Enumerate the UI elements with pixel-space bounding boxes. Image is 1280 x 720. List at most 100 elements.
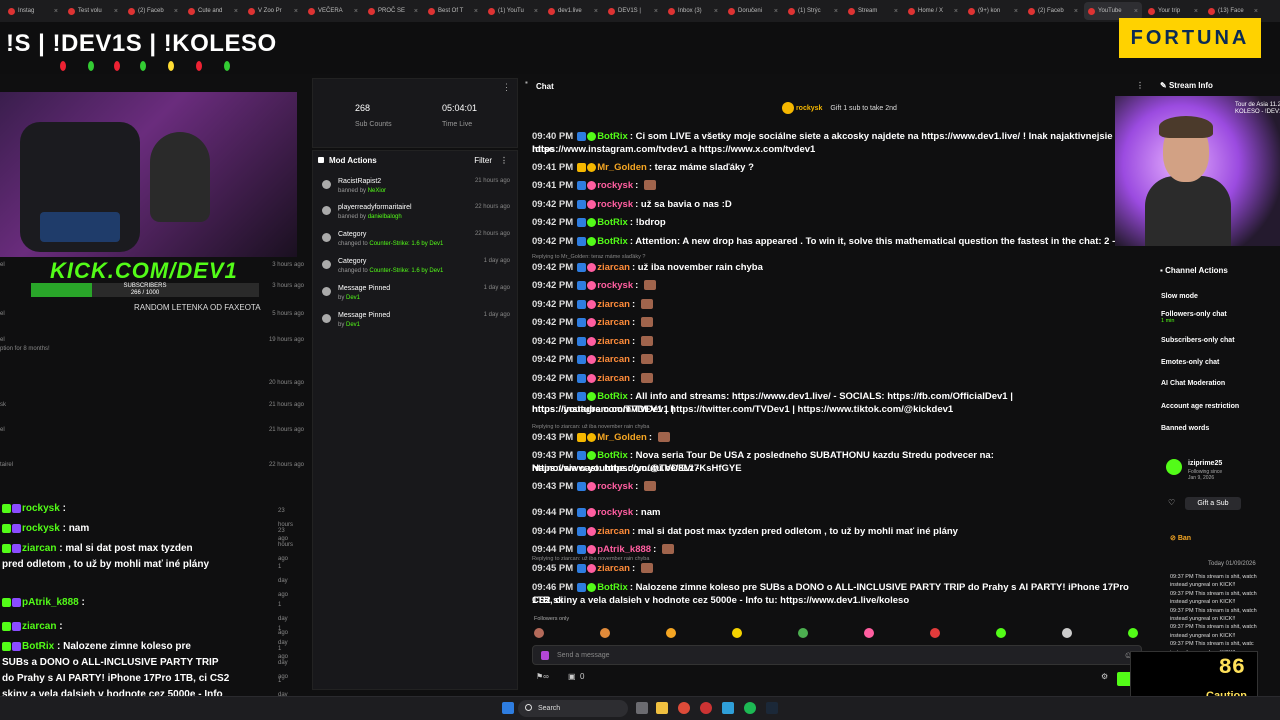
pinned-gift-banner[interactable]: rockysk Gift 1 sub to take 2nd	[782, 102, 897, 114]
chatter-avatar[interactable]	[1062, 628, 1072, 638]
close-icon[interactable]: ×	[714, 8, 718, 15]
chatter-avatar[interactable]	[1128, 628, 1138, 638]
browser-tab[interactable]: Home / X ×	[904, 2, 962, 20]
browser-tab[interactable]: DEV1S | ×	[604, 2, 662, 20]
browser-tab[interactable]: PROČ SE ×	[364, 2, 422, 20]
close-icon[interactable]: ×	[174, 8, 178, 15]
chat-username[interactable]: BotRix	[597, 391, 628, 402]
mod-action-item[interactable]: Category changed to Counter-Strike: 1.6 b…	[318, 258, 514, 284]
browser-tab[interactable]: Test volu ×	[64, 2, 122, 20]
chat-username[interactable]: rockysk	[22, 503, 60, 514]
chat-username[interactable]: ziarcan	[597, 563, 630, 574]
chat-username[interactable]: ziarcan	[597, 299, 630, 310]
browser-tab[interactable]: (1) Strýc ×	[784, 2, 842, 20]
user-name[interactable]: iziprime25	[1188, 460, 1222, 467]
close-icon[interactable]: ×	[1074, 8, 1078, 15]
chat-username[interactable]: ziarcan	[22, 543, 56, 554]
chatter-avatar[interactable]	[534, 628, 544, 638]
close-icon[interactable]: ×	[414, 8, 418, 15]
close-icon[interactable]: ×	[354, 8, 358, 15]
chat-username[interactable]: BotRix	[597, 131, 628, 142]
chat-username[interactable]: rockysk	[597, 280, 633, 291]
browser-tab[interactable]: VEČERA ×	[304, 2, 362, 20]
chat-username[interactable]: ziarcan	[597, 354, 630, 365]
close-icon[interactable]: ×	[1194, 8, 1198, 15]
close-icon[interactable]: ×	[594, 8, 598, 15]
avatar[interactable]	[1166, 459, 1182, 475]
chat-username[interactable]: rockysk	[22, 523, 60, 534]
steam-icon[interactable]	[766, 702, 778, 714]
chatter-avatar[interactable]	[930, 628, 940, 638]
browser-tab[interactable]: Doručeni ×	[724, 2, 782, 20]
chatter-avatar[interactable]	[798, 628, 808, 638]
mod-action-item[interactable]: Category changed to Counter-Strike: 1.6 b…	[318, 231, 514, 257]
task-view-icon[interactable]	[636, 702, 648, 714]
more-icon[interactable]: ⋮	[500, 156, 508, 165]
reply-context[interactable]: Replying to ziarcan: už iba november rai…	[532, 556, 649, 562]
chrome-icon[interactable]	[678, 702, 690, 714]
browser-tab[interactable]: Instag ×	[4, 2, 62, 20]
channel-action-item[interactable]: Emotes-only chat	[1161, 359, 1219, 366]
chat-username[interactable]: ziarcan	[597, 373, 630, 384]
browser-tab[interactable]: (9+) kon ×	[964, 2, 1022, 20]
settings-icon[interactable]: ⚙	[1101, 672, 1108, 681]
browser-tab[interactable]: (2) Faceb ×	[1024, 2, 1082, 20]
chat-username[interactable]: pAtrik_k888	[597, 544, 651, 555]
close-icon[interactable]: ×	[894, 8, 898, 15]
mod-action-item[interactable]: Message Pinned by Dev1 1 day ago	[318, 285, 514, 311]
mod-action-item[interactable]: RacistRapist2 banned by NeXior 21 hours ag…	[318, 178, 514, 204]
close-icon[interactable]: ×	[1254, 8, 1258, 15]
browser-tab[interactable]: Cute and ×	[184, 2, 242, 20]
more-icon[interactable]: ⋮	[502, 82, 511, 93]
close-icon[interactable]: ×	[954, 8, 958, 15]
close-icon[interactable]: ×	[654, 8, 658, 15]
chat-username[interactable]: rockysk	[597, 507, 633, 518]
chat-username[interactable]: BotRix	[22, 641, 54, 652]
chat-username[interactable]: rockysk	[597, 481, 633, 492]
close-icon[interactable]: ×	[234, 8, 238, 15]
chat-username[interactable]: BotRix	[597, 236, 628, 247]
chat-username[interactable]: BotRix	[597, 217, 628, 228]
chatter-avatar[interactable]	[864, 628, 874, 638]
chatter-avatar[interactable]	[600, 628, 610, 638]
reply-context[interactable]: Replying to Mr_Golden: teraz máme slaďák…	[532, 254, 645, 260]
chatter-avatar[interactable]	[732, 628, 742, 638]
points-icon[interactable]: ⚑∞	[536, 672, 549, 681]
heart-icon[interactable]: ♡	[1168, 498, 1175, 507]
chat-username[interactable]: BotRix	[597, 582, 628, 593]
close-icon[interactable]: ×	[1134, 8, 1138, 15]
chatter-avatar[interactable]	[666, 628, 676, 638]
close-icon[interactable]: ×	[474, 8, 478, 15]
mod-action-item[interactable]: playerreadyformaritairel banned by daniel…	[318, 204, 514, 230]
mod-action-item[interactable]: Message Pinned by Dev1 1 day ago	[318, 312, 514, 338]
windows-start-icon[interactable]	[502, 702, 514, 714]
chat-username[interactable]: rockysk	[597, 180, 633, 191]
channel-action-item[interactable]: Account age restriction	[1161, 403, 1239, 410]
chat-username[interactable]: ziarcan	[22, 621, 56, 632]
channel-action-item[interactable]: Banned words	[1161, 425, 1209, 432]
filter-button[interactable]: Filter	[474, 156, 492, 165]
ban-button[interactable]: ⊘ Ban	[1170, 534, 1191, 542]
browser-tab[interactable]: Inbox (3) ×	[664, 2, 722, 20]
chat-username[interactable]: Mr_Golden	[597, 162, 647, 173]
chat-username[interactable]: ziarcan	[597, 526, 630, 537]
chat-username[interactable]: BotRix	[597, 450, 628, 461]
close-icon[interactable]: ×	[114, 8, 118, 15]
kick-emote-icon[interactable]	[541, 651, 549, 660]
close-icon[interactable]: ×	[54, 8, 58, 15]
chat-username[interactable]: ziarcan	[597, 262, 630, 273]
browser-tab[interactable]: V Zoo Pr ×	[244, 2, 302, 20]
close-icon[interactable]: ×	[774, 8, 778, 15]
browser-tab[interactable]: Stream ×	[844, 2, 902, 20]
close-icon[interactable]: ×	[534, 8, 538, 15]
more-icon[interactable]: ⋮	[1136, 81, 1144, 90]
channel-action-item[interactable]: Slow mode	[1161, 293, 1198, 300]
taskbar-search[interactable]: Search	[518, 700, 628, 717]
app-icon[interactable]	[722, 702, 734, 714]
reply-context[interactable]: Replying to ziarcan: už iba november rai…	[532, 424, 649, 430]
browser-tab[interactable]: dev1.live ×	[544, 2, 602, 20]
browser-tab[interactable]: (1) YouTu ×	[484, 2, 542, 20]
gift-sub-button[interactable]: Gift a Sub	[1185, 497, 1241, 510]
file-explorer-icon[interactable]	[656, 702, 668, 714]
chat-username[interactable]: ziarcan	[597, 336, 630, 347]
